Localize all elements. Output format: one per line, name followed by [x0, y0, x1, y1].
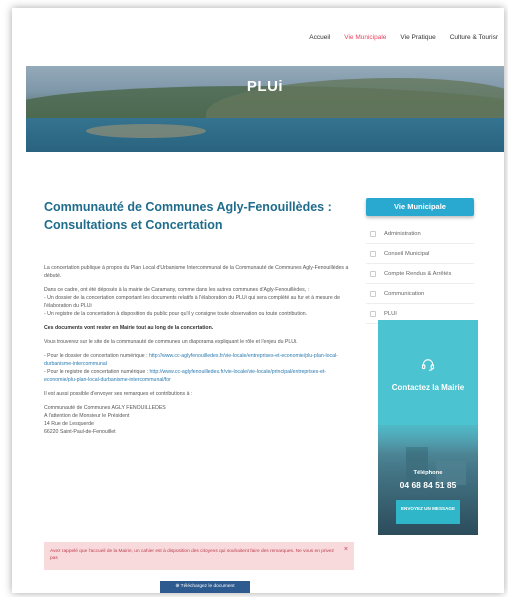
info-alert: Avez rappelé que l'accueil de la Mairie,… — [44, 542, 354, 570]
hero-banner: PLUi — [26, 66, 504, 152]
bullet-icon — [370, 310, 376, 317]
deposit-item-dossier: - Un dossier de la concertation comporta… — [44, 295, 340, 309]
sidebar-item-communication[interactable]: Communication — [366, 284, 474, 304]
paragraph-highlight: Ces documents vont rester en Mairie tout… — [44, 325, 214, 331]
phone-label: Téléphone — [413, 470, 443, 476]
hero-title: PLUi — [246, 78, 284, 95]
download-document-button[interactable]: ⊕ Téléchargez le document — [160, 581, 250, 593]
sidebar-item-administration[interactable]: Administration — [366, 224, 474, 244]
nav-item-culture-tourisme[interactable]: Culture & Tourisr — [450, 34, 498, 41]
bullet-icon — [370, 290, 376, 297]
bullet-icon — [370, 250, 376, 257]
nav-item-vie-pratique[interactable]: Vie Pratique — [400, 34, 435, 41]
sidebar-item-conseil-municipal[interactable]: Conseil Municipal — [366, 244, 474, 264]
page-title: Communauté de Communes Agly-Fenouillèdes… — [44, 200, 332, 232]
paragraph-links: - Pour le dossier de concertation numéri… — [44, 353, 338, 383]
nav-item-vie-municipale[interactable]: Vie Municipale — [344, 34, 386, 41]
top-navigation: Accueil Vie Municipale Vie Pratique Cult… — [309, 34, 498, 41]
sidebar-menu: Administration Conseil Municipal Compte … — [366, 224, 474, 324]
bullet-icon — [370, 230, 376, 237]
paragraph-contributions: Il est aussi possible d'envoyer ses rema… — [44, 391, 193, 397]
sidebar: Vie Municipale Administration Conseil Mu… — [366, 198, 474, 324]
sidebar-header: Vie Municipale — [366, 198, 474, 216]
paragraph-deposit: Dans ce cadre, ont été déposés à la mair… — [44, 287, 340, 317]
send-message-button[interactable]: ENVOYEZ UN MESSAGE — [396, 500, 460, 524]
deposit-item-registre: - Un registre de la concertation à dispo… — [44, 311, 308, 317]
sidebar-item-comptes-rendus[interactable]: Compte Rendus & Arrêtés — [366, 264, 474, 284]
postal-address: Communauté de Communes AGLY FENOUILLEDES… — [44, 405, 166, 435]
paragraph-diaporama: Vous trouverez sur le site de la communa… — [44, 339, 298, 345]
alert-text: Avez rappelé que l'accueil de la Mairie,… — [50, 549, 335, 561]
close-icon[interactable]: × — [344, 546, 348, 553]
phone-number[interactable]: 04 68 84 51 85 — [378, 480, 478, 490]
contact-title: Contactez la Mairie — [391, 383, 465, 392]
bullet-icon — [370, 270, 376, 277]
page: Accueil Vie Municipale Vie Pratique Cult… — [12, 8, 504, 593]
article-content: La concertation publique à propos du Pla… — [44, 264, 350, 436]
paragraph-intro: La concertation publique à propos du Pla… — [44, 265, 349, 279]
nav-item-accueil[interactable]: Accueil — [309, 34, 330, 41]
contact-card: Contactez la Mairie Téléphone 04 68 84 5… — [378, 320, 478, 535]
headset-icon — [421, 359, 435, 371]
